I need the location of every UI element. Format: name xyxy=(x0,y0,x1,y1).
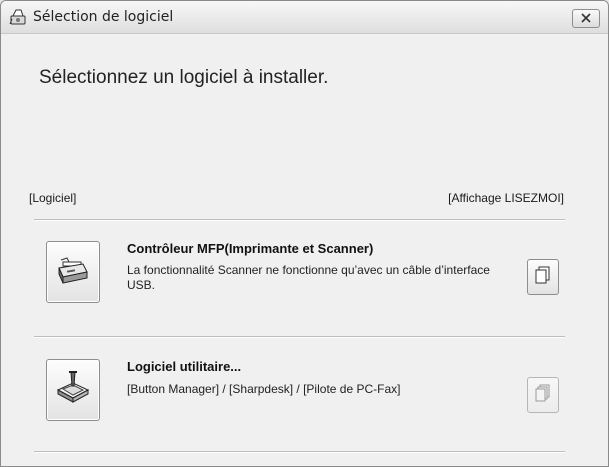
documents-icon xyxy=(535,384,551,407)
readme-section-label: [Affichage LISEZMOI] xyxy=(448,191,564,205)
divider xyxy=(34,336,565,338)
printer-scanner-icon xyxy=(53,250,93,295)
readme-button-mfp[interactable] xyxy=(527,259,559,295)
installer-icon xyxy=(8,7,28,27)
close-button[interactable] xyxy=(572,9,600,28)
readme-button-utility[interactable] xyxy=(527,377,559,413)
install-mfp-driver-button[interactable] xyxy=(46,241,100,303)
divider xyxy=(34,451,565,453)
install-utility-software-button[interactable] xyxy=(46,359,100,421)
utility-software-icon xyxy=(53,368,93,413)
software-selection-window: Sélection de logiciel Sélectionnez un lo… xyxy=(0,0,609,467)
window-title: Sélection de logiciel xyxy=(33,9,174,25)
page-heading: Sélectionnez un logiciel à installer. xyxy=(39,67,329,88)
close-icon xyxy=(581,10,591,28)
software-section-label: [Logiciel] xyxy=(29,191,77,205)
item-title-utility: Logiciel utilitaire... xyxy=(127,359,242,374)
item-description-utility: [Button Manager] / [Sharpdesk] / [Pilote… xyxy=(127,382,401,396)
item-title-mfp: Contrôleur MFP(Imprimante et Scanner) xyxy=(127,241,374,256)
item-description-mfp: La fonctionnalité Scanner ne fonctionne … xyxy=(127,263,490,292)
title-bar: Sélection de logiciel xyxy=(1,1,608,34)
document-icon xyxy=(535,266,551,289)
divider xyxy=(34,219,565,221)
